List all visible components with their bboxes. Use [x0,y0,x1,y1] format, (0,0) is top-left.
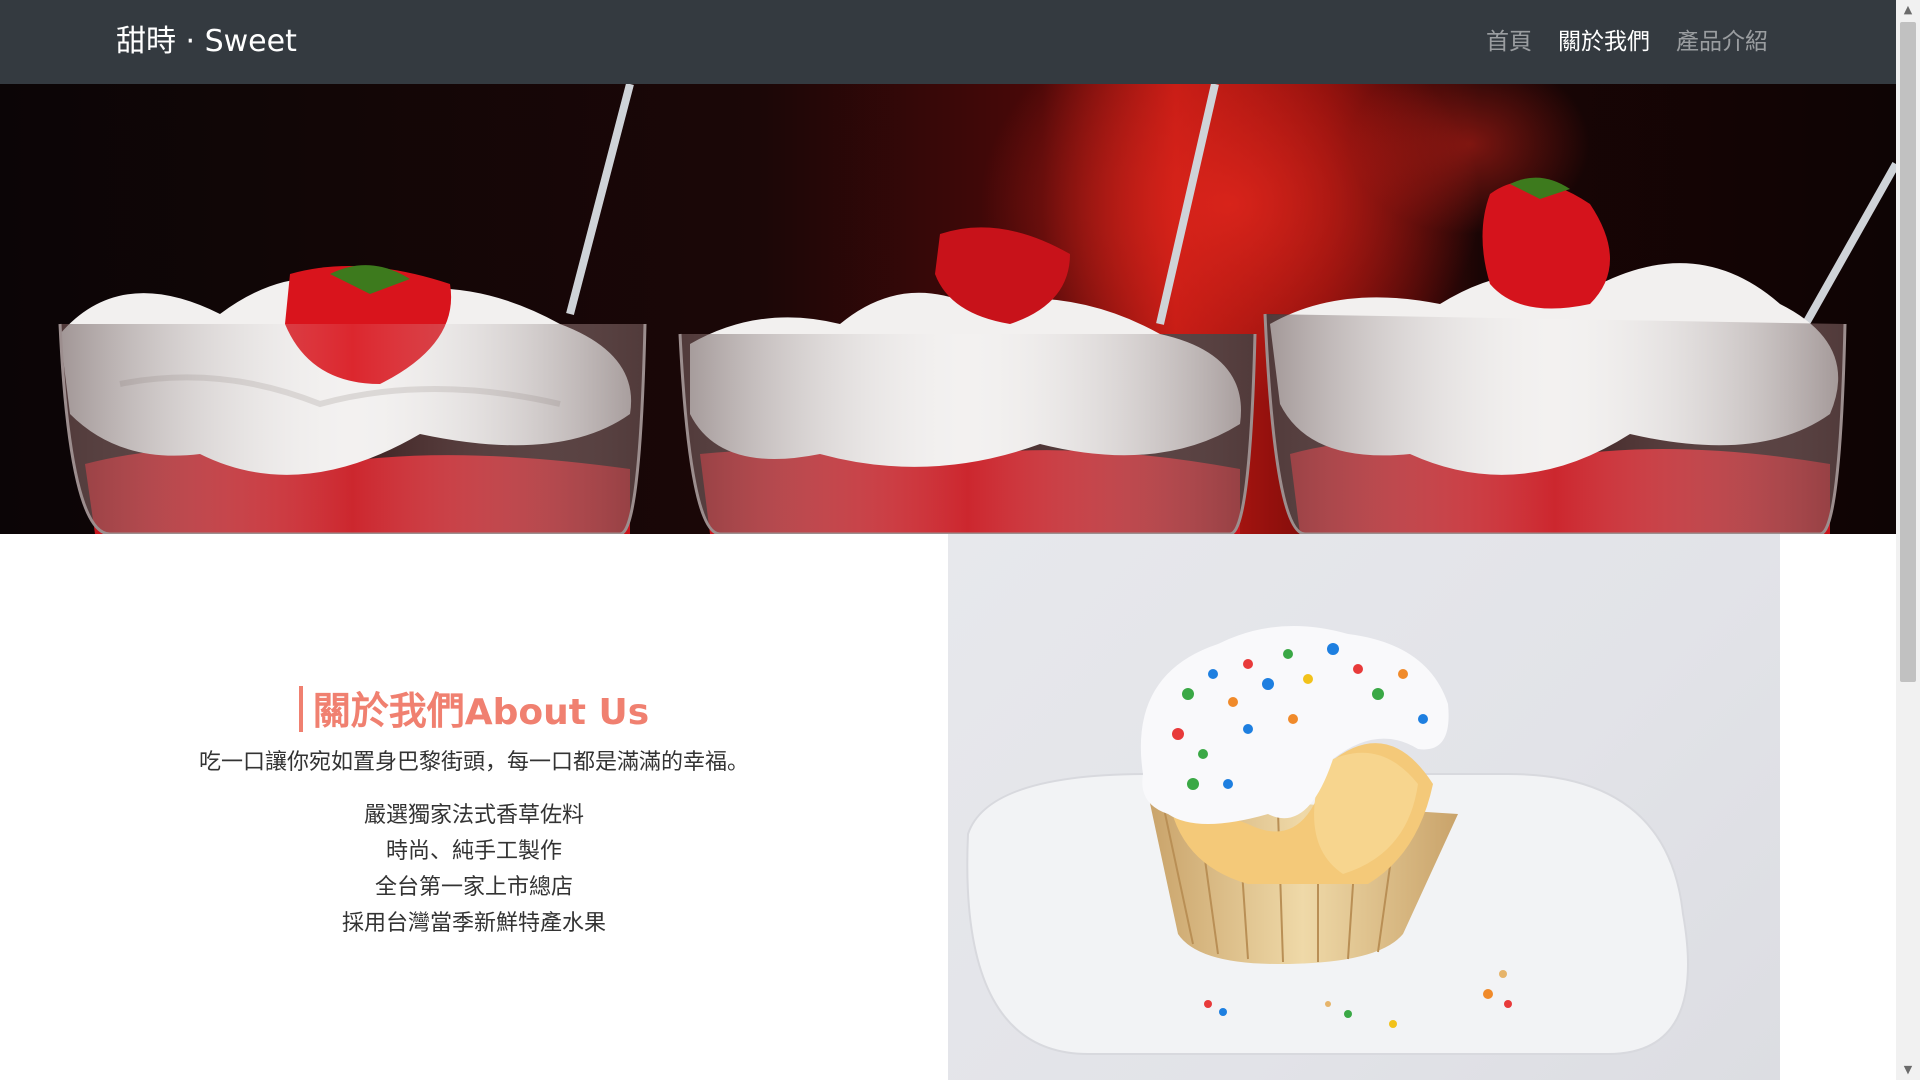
heading-accent-bar [298,686,303,732]
hero-illustration [58,84,1896,534]
about-heading-en: About Us [464,692,650,733]
navbar: 甜時 · Sweet 首頁 關於我們 產品介紹 [0,0,1896,84]
feature-item: 採用台灣當季新鮮特產水果 [341,911,606,936]
scroll-down-icon[interactable]: ▼ [1896,1060,1920,1080]
scroll-up-icon[interactable]: ▲ [1896,0,1920,20]
about-description: 吃一口讓你宛如置身巴黎街頭，每一口都是滿滿的幸福。 [198,750,749,775]
about-heading: 關於我們About Us [0,680,948,735]
nav-link-products[interactable]: 產品介紹 [1676,20,1768,64]
scrollbar-thumb[interactable] [1900,22,1916,682]
feature-item: 全台第一家上市總店 [374,875,573,900]
about-section: 關於我們About Us 吃一口讓你宛如置身巴黎街頭，每一口都是滿滿的幸福。 嚴… [0,534,948,1080]
feature-item: 嚴選獨家法式香草佐料 [363,803,584,828]
vertical-scrollbar[interactable]: ▲ ▼ [1896,0,1920,1080]
dessert-glass-1 [58,84,647,534]
nav-link-home[interactable]: 首頁 [1486,20,1532,64]
brand-logo[interactable]: 甜時 · Sweet [116,20,297,64]
cupcake-image [948,534,1780,1080]
about-heading-zh: 關於我們 [312,689,465,733]
hero-banner-image [0,84,1896,534]
nav-link-about[interactable]: 關於我們 [1558,20,1650,64]
page: 甜時 · Sweet 首頁 關於我們 產品介紹 關於我們About Us 吃一口… [0,0,1920,1080]
nav-menu: 首頁 關於我們 產品介紹 [1486,20,1768,64]
feature-item: 時尚、純手工製作 [385,839,562,864]
cupcake-illustration [966,626,1689,1055]
feature-list: 嚴選獨家法式香草佐料 時尚、純手工製作 全台第一家上市總店 採用台灣當季新鮮特產… [0,798,948,942]
